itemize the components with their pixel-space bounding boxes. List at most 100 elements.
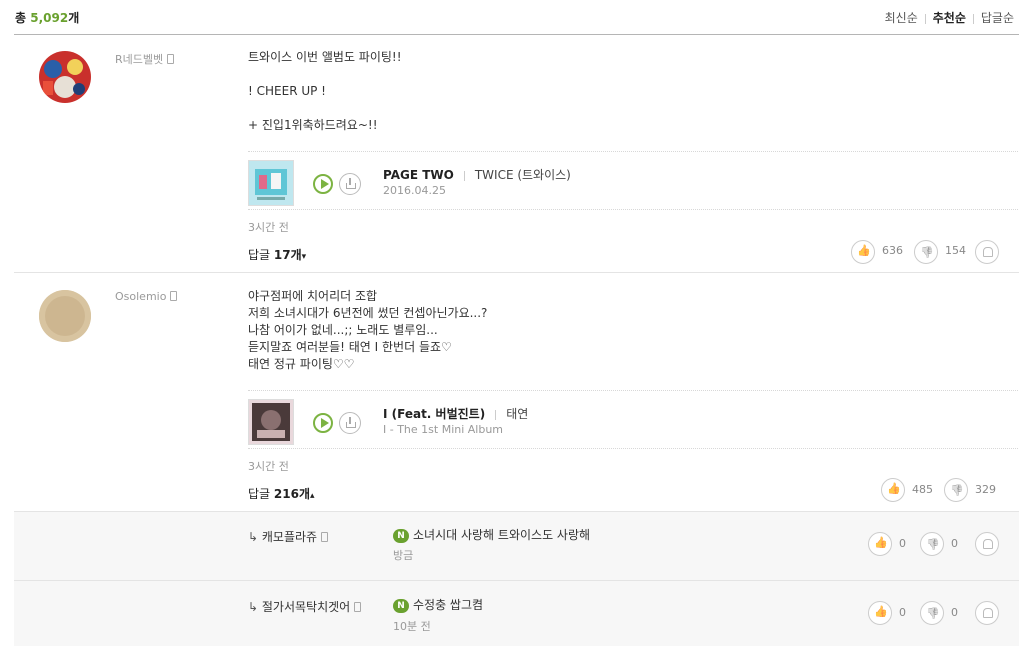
- reply-time: 10분 전: [393, 620, 431, 633]
- reply-nickname[interactable]: ↳ 캐모플라쥬: [248, 528, 329, 545]
- dislike-button[interactable]: [944, 478, 968, 502]
- album-name[interactable]: I - The 1st Mini Album: [383, 423, 503, 436]
- sort-options: 최신순 추천순 답글순: [885, 9, 1014, 26]
- sort-recommended[interactable]: 추천순: [933, 11, 966, 25]
- report-button[interactable]: [975, 601, 999, 625]
- like-button[interactable]: [851, 240, 875, 264]
- dislike-button[interactable]: [914, 240, 938, 264]
- avatar[interactable]: [39, 51, 91, 103]
- caret-up-icon: ▴: [310, 491, 315, 501]
- comment-line-blank: [248, 100, 402, 117]
- song-artist[interactable]: 태연: [506, 407, 528, 421]
- total-prefix: 총: [15, 11, 27, 25]
- comment-nickname[interactable]: Osolemio: [115, 290, 178, 303]
- download-button[interactable]: [339, 412, 361, 434]
- total-count: 총 5,092개: [15, 9, 79, 26]
- comment-line: 야구점퍼에 치어리더 조합: [248, 289, 378, 303]
- sort-replies[interactable]: 답글순: [981, 11, 1014, 25]
- total-number: 5,092: [30, 11, 69, 25]
- divider: [924, 13, 926, 24]
- play-button[interactable]: [313, 174, 333, 194]
- report-button[interactable]: [975, 532, 999, 556]
- reply-count: 216개: [273, 487, 311, 501]
- divider: [248, 209, 1018, 210]
- reply-arrow-icon: ↳: [248, 600, 259, 614]
- like-button[interactable]: [881, 478, 905, 502]
- dislike-button[interactable]: [920, 601, 944, 625]
- like-count: 636: [882, 244, 903, 257]
- like-count: 0: [899, 606, 906, 619]
- new-badge: N: [393, 599, 409, 613]
- comment-line: 태연 정규 파이팅♡♡: [248, 357, 355, 371]
- like-count: 485: [912, 483, 933, 496]
- mobile-icon: [321, 532, 329, 542]
- avatar-image: [39, 51, 91, 103]
- song-title[interactable]: I (Feat. 버벌진트): [383, 407, 485, 421]
- nickname-text: Osolemio: [115, 290, 167, 303]
- dislike-count: 0: [951, 606, 958, 619]
- dislike-count: 0: [951, 537, 958, 550]
- song-title[interactable]: PAGE TWO: [383, 168, 454, 182]
- like-button[interactable]: [868, 532, 892, 556]
- reply-count: 17개: [273, 248, 302, 262]
- sort-latest[interactable]: 최신순: [885, 11, 918, 25]
- comment-line: ! CHEER UP !: [248, 84, 326, 98]
- reply-text: 소녀시대 사랑해 트와이스도 사랑해: [413, 528, 591, 542]
- song-info: PAGE TWO TWICE (트와이스): [383, 166, 571, 183]
- reply-arrow-icon: ↳: [248, 530, 259, 544]
- song-artist[interactable]: TWICE (트와이스): [475, 168, 571, 182]
- reply-label: 답글: [248, 487, 271, 501]
- divider: [248, 151, 1018, 152]
- divider: [972, 13, 974, 24]
- comment-line: 트와이스 이번 앨범도 파이팅!!: [248, 50, 402, 64]
- reply-toggle-button[interactable]: 답글 17개▾: [248, 246, 306, 263]
- reply-toggle-button[interactable]: 답글 216개▴: [248, 485, 315, 502]
- reply-text: 수정충 쌉그켬: [413, 598, 484, 612]
- download-button[interactable]: [339, 173, 361, 195]
- release-date: 2016.04.25: [383, 184, 446, 197]
- reply-nickname[interactable]: ↳ 절가서목탁치겟어: [248, 598, 362, 615]
- avatar-image: [39, 290, 91, 342]
- total-suffix: 개: [68, 11, 80, 25]
- new-badge: N: [393, 529, 409, 543]
- dislike-button[interactable]: [920, 532, 944, 556]
- play-button[interactable]: [313, 413, 333, 433]
- comment-time: 3시간 전: [248, 221, 289, 234]
- reply-body: N 소녀시대 사랑해 트와이스도 사랑해: [393, 527, 590, 544]
- album-cover[interactable]: [248, 160, 294, 206]
- divider: [248, 448, 1018, 449]
- dislike-count: 154: [945, 244, 966, 257]
- song-info: I (Feat. 버벌진트) 태연: [383, 405, 528, 422]
- divider: [495, 409, 497, 420]
- comment-nickname[interactable]: R네드벨벳: [115, 51, 175, 67]
- comment-line: + 진입1위축하드려요~!!: [248, 118, 378, 132]
- album-cover-image: [249, 400, 293, 444]
- mobile-icon: [167, 54, 175, 64]
- album-cover[interactable]: [248, 399, 294, 445]
- mobile-icon: [354, 602, 362, 612]
- comment-time: 3시간 전: [248, 460, 289, 473]
- album-cover-image: [249, 161, 293, 205]
- comment-line: 저희 소녀시대가 6년전에 썼던 컨셉아닌가요...?: [248, 306, 488, 320]
- comment-list-header: 총 5,092개 최신순 추천순 답글순: [0, 0, 1024, 34]
- reply-body: N 수정충 쌉그켬: [393, 597, 483, 614]
- comment-line: 나참 어이가 없네...;; 노래도 별루임...: [248, 323, 438, 337]
- dislike-count: 329: [975, 483, 996, 496]
- like-count: 0: [899, 537, 906, 550]
- report-button[interactable]: [975, 240, 999, 264]
- comment-line: 듣지말죠 여러분들! 태연 I 한번더 들죠♡: [248, 340, 452, 354]
- avatar[interactable]: [39, 290, 91, 342]
- comment-line-blank: [248, 66, 402, 83]
- mobile-icon: [170, 291, 178, 301]
- comment-body: 트와이스 이번 앨범도 파이팅!! ! CHEER UP ! + 진입1위축하드…: [248, 49, 402, 134]
- nickname-text: 절가서목탁치겟어: [261, 600, 351, 614]
- comment-divider: [14, 272, 1019, 273]
- divider: [248, 390, 1018, 391]
- like-button[interactable]: [868, 601, 892, 625]
- divider: [463, 170, 465, 181]
- nickname-text: R네드벨벳: [115, 53, 164, 66]
- nickname-text: 캐모플라쥬: [261, 530, 318, 544]
- reply-label: 답글: [248, 248, 271, 262]
- caret-down-icon: ▾: [301, 252, 307, 262]
- reply-time: 방금: [393, 549, 414, 562]
